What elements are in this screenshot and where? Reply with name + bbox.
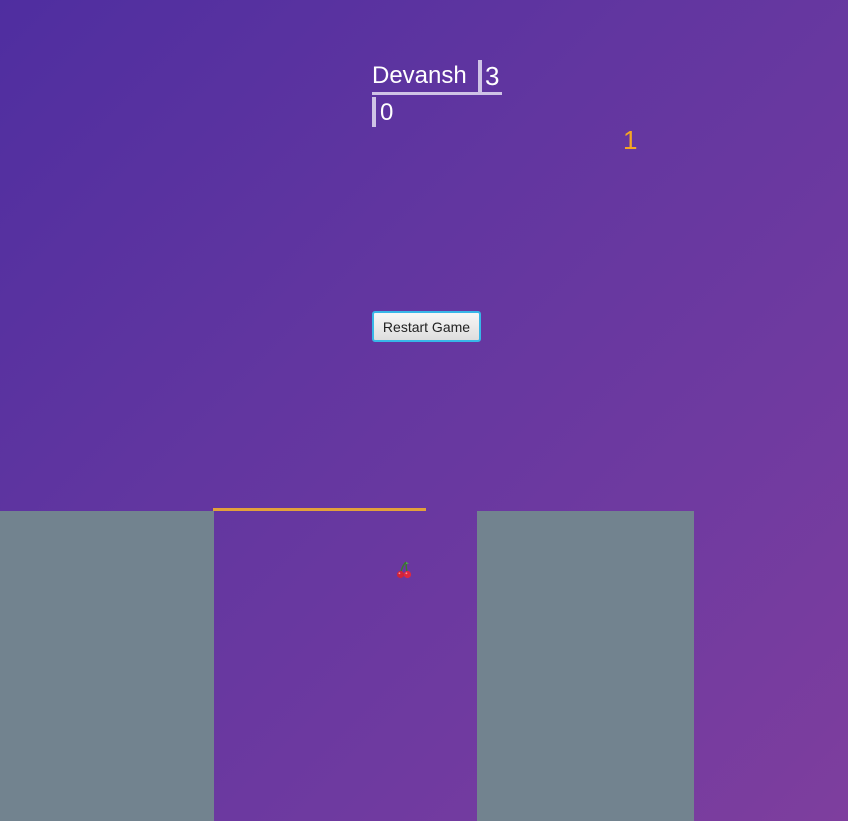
game-canvas: Devansh 3 0 1 Restart Game <box>0 0 848 821</box>
player-name: Devansh <box>372 62 467 89</box>
cherry-count-divider <box>372 97 376 127</box>
cherry-count: 0 <box>380 99 394 126</box>
perfect-counter: 1 <box>623 125 638 155</box>
stick-bridge <box>213 508 426 511</box>
pillar-left <box>0 511 214 821</box>
restart-game-button[interactable]: Restart Game <box>372 311 481 342</box>
score-divider-horizontal <box>372 92 502 95</box>
pillar-right <box>477 511 694 821</box>
cherry-icon <box>396 561 412 579</box>
score-divider-vertical <box>478 60 482 94</box>
score-value: 3 <box>485 61 500 91</box>
